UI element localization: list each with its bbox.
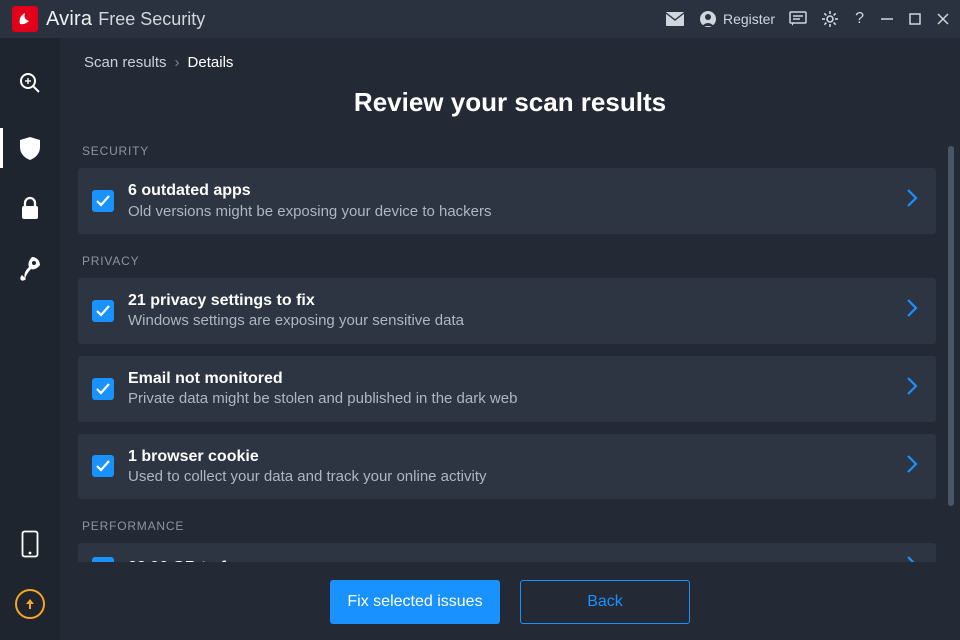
chevron-right-icon — [906, 298, 918, 323]
chevron-right-icon — [906, 188, 918, 213]
chevron-right-icon — [906, 454, 918, 479]
chevron-right-icon — [906, 376, 918, 401]
scrollbar[interactable] — [948, 146, 954, 506]
checkbox[interactable] — [92, 190, 114, 212]
card-subtitle: Old versions might be exposing your devi… — [128, 202, 892, 222]
card-title: Email not monitored — [128, 368, 892, 390]
sidebar-item-upgrade[interactable] — [0, 574, 60, 634]
results-scroll-area: SECURITY 6 outdated apps Old versions mi… — [60, 136, 960, 562]
back-button[interactable]: Back — [520, 580, 690, 624]
window-close-icon[interactable] — [936, 12, 950, 26]
brand: Avira Free Security — [46, 8, 205, 31]
content-area: Scan results › Details Review your scan … — [60, 38, 960, 640]
feedback-icon[interactable] — [789, 10, 807, 28]
card-title: 1 browser cookie — [128, 446, 892, 468]
sidebar — [0, 38, 60, 640]
sidebar-item-security[interactable] — [0, 118, 60, 178]
fix-selected-button[interactable]: Fix selected issues — [330, 580, 500, 624]
help-icon[interactable]: ? — [853, 10, 866, 28]
register-label: Register — [723, 11, 775, 27]
card-title: 21 privacy settings to fix — [128, 290, 892, 312]
result-card-outdated-apps[interactable]: 6 outdated apps Old versions might be ex… — [78, 168, 936, 234]
card-title: 22,96 GB to free up — [128, 557, 892, 562]
checkbox[interactable] — [92, 557, 114, 562]
breadcrumb: Scan results › Details — [60, 38, 960, 75]
checkbox[interactable] — [92, 300, 114, 322]
card-subtitle: Private data might be stolen and publish… — [128, 389, 892, 409]
page-title: Review your scan results — [60, 75, 960, 136]
result-card-privacy-settings[interactable]: 21 privacy settings to fix Windows setti… — [78, 278, 936, 344]
window-minimize-icon[interactable] — [880, 12, 894, 26]
footer: Fix selected issues Back — [60, 562, 960, 640]
title-bar: Avira Free Security Register ? — [0, 0, 960, 38]
window-maximize-icon[interactable] — [908, 12, 922, 26]
checkbox[interactable] — [92, 378, 114, 400]
chevron-right-icon — [906, 555, 918, 562]
sidebar-item-scan[interactable] — [0, 48, 60, 118]
section-label-security: SECURITY — [78, 136, 936, 168]
chevron-right-icon: › — [175, 54, 180, 71]
checkbox[interactable] — [92, 455, 114, 477]
card-subtitle: Windows settings are exposing your sensi… — [128, 311, 892, 331]
section-label-privacy: PRIVACY — [78, 246, 936, 278]
register-button[interactable]: Register — [699, 10, 775, 28]
result-card-email-monitor[interactable]: Email not monitored Private data might b… — [78, 356, 936, 422]
section-label-performance: PERFORMANCE — [78, 511, 936, 543]
sidebar-item-privacy[interactable] — [0, 178, 60, 238]
result-card-browser-cookie[interactable]: 1 browser cookie Used to collect your da… — [78, 434, 936, 500]
breadcrumb-leaf: Details — [188, 54, 234, 71]
card-subtitle: Used to collect your data and track your… — [128, 467, 892, 487]
breadcrumb-root[interactable]: Scan results — [84, 54, 167, 71]
settings-gear-icon[interactable] — [821, 10, 839, 28]
upgrade-badge-icon — [15, 589, 45, 619]
card-title: 6 outdated apps — [128, 180, 892, 202]
titlebar-actions: Register ? — [665, 10, 950, 28]
sidebar-item-device[interactable] — [0, 514, 60, 574]
brand-primary: Avira — [46, 8, 92, 31]
sidebar-item-performance[interactable] — [0, 238, 60, 298]
result-card-free-up[interactable]: 22,96 GB to free up — [78, 543, 936, 562]
avira-logo — [12, 6, 38, 32]
mail-icon[interactable] — [665, 11, 685, 27]
brand-secondary: Free Security — [98, 9, 205, 30]
